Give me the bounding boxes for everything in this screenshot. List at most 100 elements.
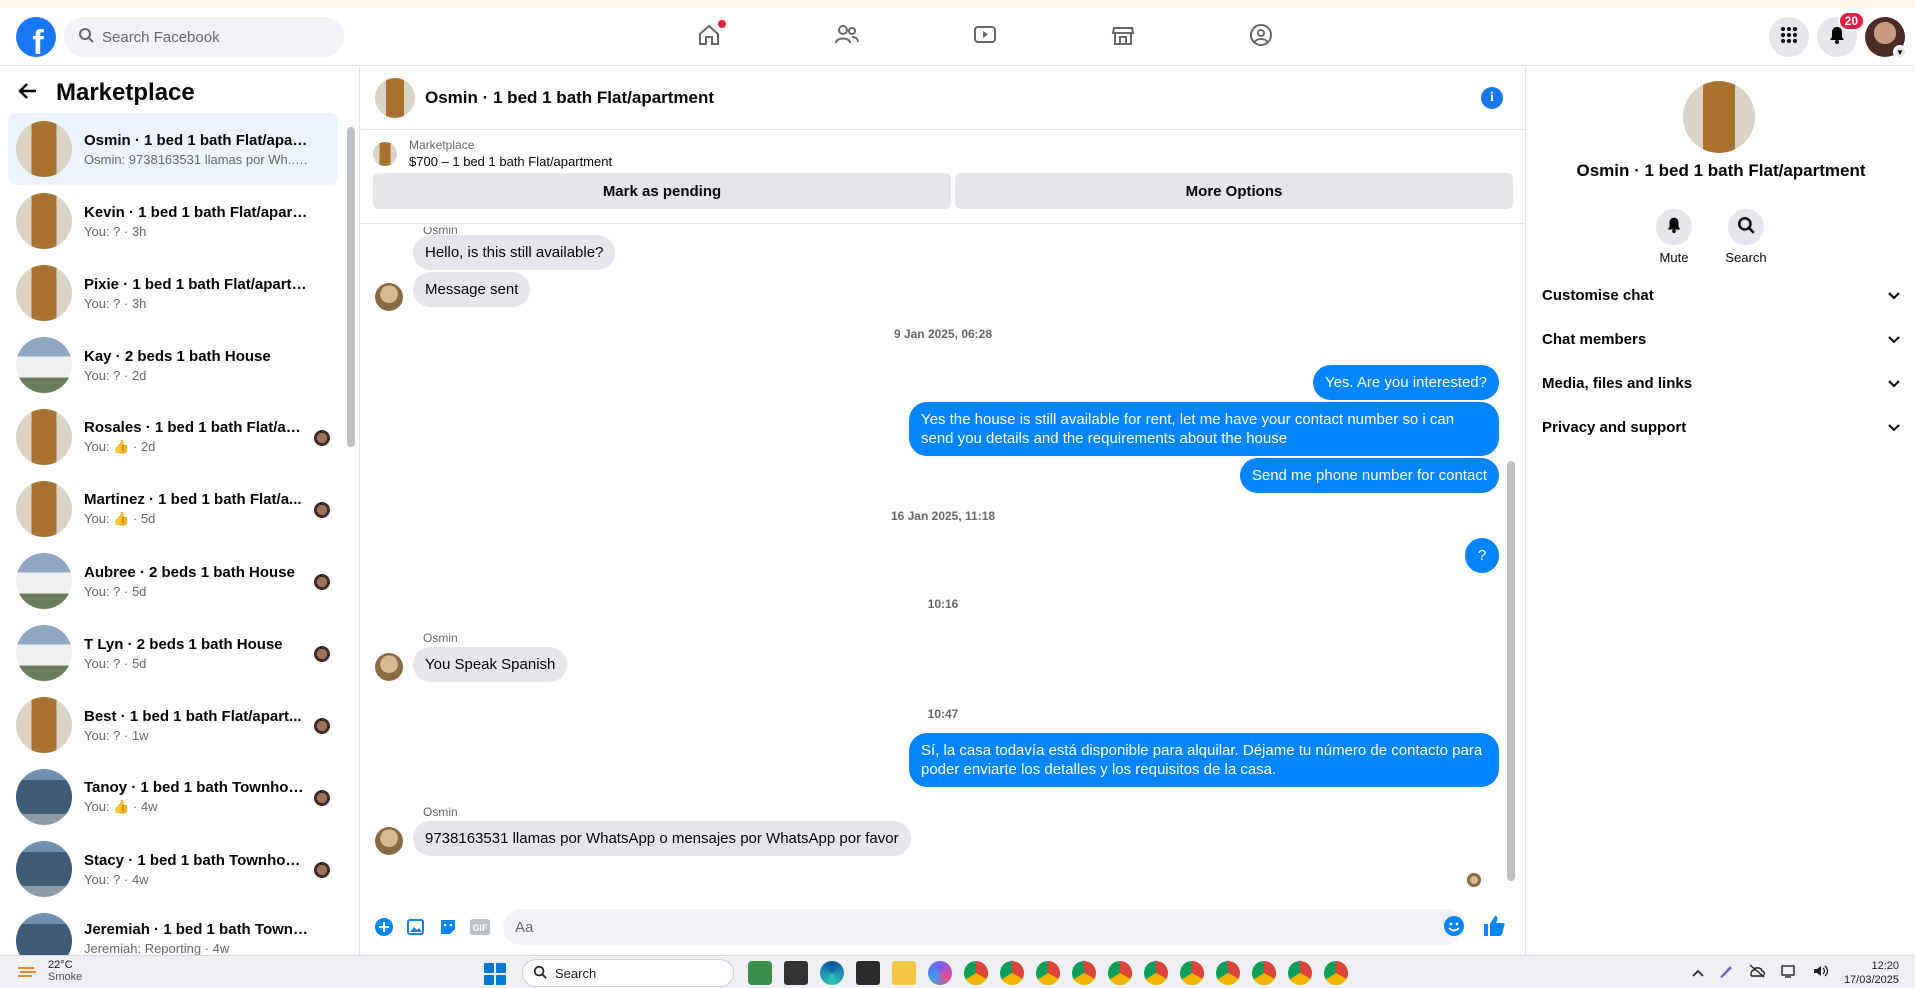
conversation-item[interactable]: Rosales · 1 bed 1 bath Flat/apa... You: 👍…	[8, 401, 338, 473]
chrome-icon[interactable]	[1288, 961, 1312, 985]
chrome-icon[interactable]	[1144, 961, 1168, 985]
listing-thumbnail[interactable]	[373, 141, 397, 166]
conversation-item[interactable]: Tanoy · 1 bed 1 bath Townhouse You: 👍 · 4…	[8, 761, 338, 833]
network-icon[interactable]	[1780, 964, 1798, 983]
chrome-icon[interactable]	[1072, 961, 1096, 985]
quick-actions: Mute Search	[1656, 209, 1767, 265]
profile-avatar[interactable]: ▼	[1865, 17, 1907, 59]
conversation-item[interactable]: Best · 1 bed 1 bath Flat/apart... You: ? …	[8, 689, 338, 761]
scrollbar-thumb[interactable]	[1507, 461, 1515, 881]
contact-avatar[interactable]	[1683, 81, 1755, 153]
facebook-logo[interactable]: f	[16, 17, 56, 57]
conversation-item[interactable]: Pixie · 1 bed 1 bath Flat/apartment You: …	[8, 257, 338, 329]
chrome-icon[interactable]	[1180, 961, 1204, 985]
back-arrow-icon[interactable]	[18, 82, 38, 105]
nav-marketplace[interactable]	[1054, 16, 1192, 58]
incoming-message[interactable]: Hello, is this still available?	[413, 235, 616, 270]
message-composer: GIF	[361, 899, 1525, 955]
chrome-icon[interactable]	[1000, 961, 1024, 985]
outgoing-message[interactable]: Yes. Are you interested?	[1312, 365, 1499, 400]
sidebar-scrollbar[interactable]	[347, 117, 355, 947]
incoming-message[interactable]: You Speak Spanish	[413, 647, 568, 682]
search-input[interactable]	[102, 28, 322, 46]
conversation-item[interactable]: Kevin · 1 bed 1 bath Flat/apartm... You: …	[8, 185, 338, 257]
menu-button[interactable]	[1769, 17, 1809, 57]
message-scrollbar[interactable]	[1507, 231, 1515, 891]
search-icon	[1737, 216, 1755, 239]
edge-icon[interactable]	[820, 961, 844, 985]
mute-button[interactable]: Mute	[1656, 209, 1692, 265]
message-input[interactable]	[503, 909, 1463, 945]
section-chat-members[interactable]: Chat members	[1542, 317, 1900, 361]
nav-home[interactable]	[640, 16, 778, 58]
seen-avatar	[314, 862, 330, 878]
app-icon[interactable]	[748, 961, 772, 985]
section-media-files-links[interactable]: Media, files and links	[1542, 361, 1900, 405]
app-icon[interactable]	[856, 961, 880, 985]
cloud-off-icon[interactable]	[1748, 963, 1766, 983]
conversation-item[interactable]: Martinez · 1 bed 1 bath Flat/a... You: 👍 …	[8, 473, 338, 545]
conversation-item[interactable]: Kay · 2 beds 1 bath House You: ? · 2d	[8, 329, 338, 401]
outgoing-message[interactable]: Sí, la casa todavía está disponible para…	[909, 733, 1499, 787]
outgoing-message[interactable]: Yes the house is still available for ren…	[909, 402, 1499, 456]
chrome-icon[interactable]	[1252, 961, 1276, 985]
gif-icon[interactable]: GIF	[467, 914, 493, 940]
nav-friends[interactable]	[778, 16, 916, 58]
timestamp: 16 Jan 2025, 11:18	[890, 509, 996, 523]
file-explorer-icon[interactable]	[892, 961, 916, 985]
section-privacy-support[interactable]: Privacy and support	[1542, 405, 1900, 449]
chrome-icon[interactable]	[1216, 961, 1240, 985]
outgoing-message[interactable]: Send me phone number for contact	[1239, 458, 1499, 493]
copilot-icon[interactable]	[928, 961, 952, 985]
sidebar-title: Marketplace	[56, 79, 195, 106]
chevron-down-icon	[1888, 287, 1900, 304]
section-label: Chat members	[1542, 330, 1647, 348]
chrome-icon[interactable]	[1108, 961, 1132, 985]
outgoing-message[interactable]: ?	[1465, 538, 1499, 573]
marketplace-icon	[1110, 22, 1136, 53]
sender-avatar[interactable]	[375, 827, 403, 855]
weather-widget[interactable]: 22°C Smoke	[16, 959, 82, 983]
info-icon[interactable]: i	[1481, 87, 1503, 109]
mark-as-pending-button[interactable]: Mark as pending	[373, 173, 951, 209]
sender-name: Osmin	[423, 631, 458, 645]
conversation-item[interactable]: Aubree · 2 beds 1 bath House You: ? · 5d	[8, 545, 338, 617]
conversation-preview: You: ? · 1w	[84, 727, 149, 743]
chrome-icon[interactable]	[964, 961, 988, 985]
scrollbar-thumb[interactable]	[347, 127, 355, 447]
conversation-item[interactable]: T Lyn · 2 beds 1 bath House You: ? · 5d	[8, 617, 338, 689]
chrome-icon[interactable]	[1324, 961, 1348, 985]
search-in-chat-button[interactable]: Search	[1725, 209, 1767, 265]
chrome-icon[interactable]	[1036, 961, 1060, 985]
conversation-item[interactable]: Osmin · 1 bed 1 bath Flat/apart... Osmin:…	[8, 113, 338, 185]
chat-panel: Osmin · 1 bed 1 bath Flat/apartment i Ma…	[361, 67, 1525, 955]
thumbs-up-icon[interactable]	[1481, 913, 1507, 944]
system-clock[interactable]: 12:20 17/03/2025	[1844, 959, 1899, 987]
sender-avatar[interactable]	[375, 283, 403, 311]
notifications-button[interactable]: 20	[1817, 11, 1865, 57]
conversation-item[interactable]: Stacy · 1 bed 1 bath Townhouse You: ? · 4…	[8, 833, 338, 905]
svg-text:GIF: GIF	[473, 923, 489, 933]
plus-circle-icon[interactable]	[371, 914, 397, 940]
groups-icon	[1248, 22, 1274, 53]
chat-avatar[interactable]	[375, 78, 415, 118]
gallery-icon[interactable]	[403, 914, 429, 940]
volume-icon[interactable]	[1812, 964, 1830, 983]
section-customise-chat[interactable]: Customise chat	[1542, 273, 1900, 317]
incoming-message[interactable]: Message sent	[413, 272, 531, 307]
sticker-icon[interactable]	[435, 914, 461, 940]
taskbar-search[interactable]: Search	[522, 959, 734, 987]
more-options-button[interactable]: More Options	[954, 173, 1513, 209]
emoji-icon[interactable]	[1443, 915, 1465, 942]
nav-watch[interactable]	[916, 16, 1054, 58]
chevron-up-icon[interactable]	[1692, 964, 1704, 982]
chat-title[interactable]: Osmin · 1 bed 1 bath Flat/apartment	[425, 88, 714, 108]
incoming-message[interactable]: 9738163531 llamas por WhatsApp o mensaje…	[413, 821, 911, 856]
listing-price-title[interactable]: $700 – 1 bed 1 bath Flat/apartment	[409, 154, 612, 169]
sender-avatar[interactable]	[375, 653, 403, 681]
app-icon[interactable]	[784, 961, 808, 985]
nav-groups[interactable]	[1192, 16, 1330, 58]
search-bar[interactable]	[64, 17, 344, 57]
start-button[interactable]	[484, 963, 506, 985]
pen-icon[interactable]	[1718, 963, 1734, 984]
